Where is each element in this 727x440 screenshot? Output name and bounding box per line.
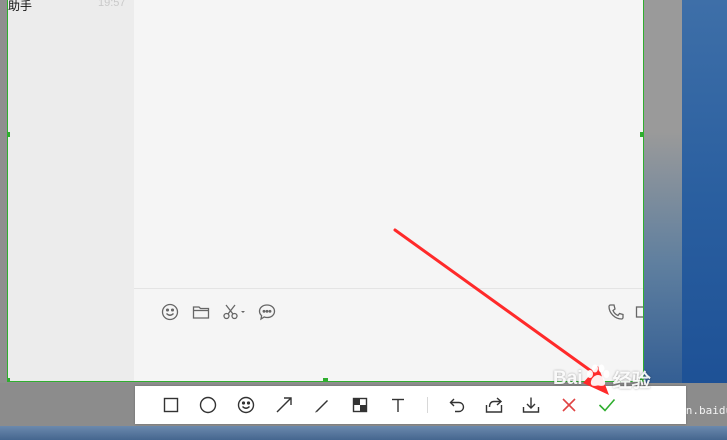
confirm-icon[interactable] [597,395,617,415]
phone-icon[interactable] [606,302,626,322]
text-icon[interactable] [388,395,408,415]
emoji-icon[interactable] [236,395,256,415]
resize-handle-left[interactable] [8,132,10,137]
watermark-text-right: 经验 [612,370,651,392]
ellipse-icon[interactable] [198,395,218,415]
baidu-jingyan-watermark: Bai 经验 [553,364,651,394]
capture-selection[interactable]: 助手 19:57 [7,0,644,382]
chat-content-area [134,0,643,381]
chat-list-panel: 助手 19:57 [8,0,134,381]
watermark-url: jingyan.baidu.com [646,404,727,417]
download-icon[interactable] [521,395,541,415]
input-divider [134,288,643,289]
resize-handle-right[interactable] [640,132,643,137]
pen-icon[interactable] [312,395,332,415]
desktop-wallpaper [682,0,727,440]
watermark-text-left: Bai [553,368,583,389]
share-icon[interactable] [484,395,504,415]
mosaic-icon[interactable] [350,395,370,415]
video-icon[interactable] [634,302,643,322]
resize-handle-bottom-left[interactable] [8,378,10,381]
chat-time: 19:57 [98,0,126,9]
emoji-icon[interactable] [160,302,180,322]
toolbar-separator [427,397,428,413]
folder-icon[interactable] [191,302,211,322]
undo-icon[interactable] [447,395,467,415]
chat-bubble-icon[interactable] [257,302,277,322]
chat-name: 助手 [8,0,33,13]
scissors-icon[interactable] [221,302,247,322]
resize-handle-bottom[interactable] [323,378,328,381]
paw-icon [585,364,611,394]
arrow-icon[interactable] [274,395,294,415]
taskbar [0,426,727,440]
rectangle-icon[interactable] [161,395,181,415]
cancel-icon[interactable] [559,395,579,415]
